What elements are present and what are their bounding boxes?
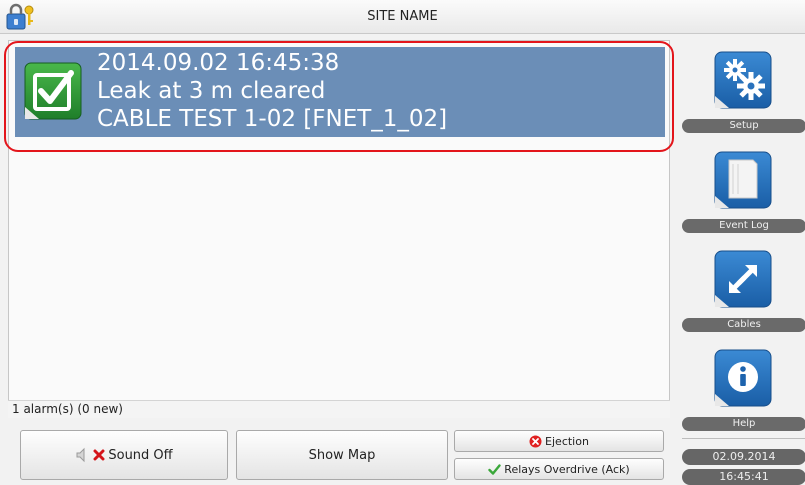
ejection-button[interactable]: Ejection bbox=[454, 430, 664, 452]
relays-overdrive-label: Relays Overdrive (Ack) bbox=[504, 462, 630, 476]
system-time: 16:45:41 bbox=[682, 469, 805, 485]
error-x-icon bbox=[529, 435, 542, 447]
checkmark-icon bbox=[488, 463, 501, 475]
setup-button[interactable]: Setup bbox=[682, 119, 805, 133]
gears-icon[interactable] bbox=[713, 50, 773, 110]
checkbox-checked-icon bbox=[24, 62, 82, 120]
alarm-count-status: 1 alarm(s) (0 new) bbox=[8, 400, 670, 418]
alarm-timestamp: 2014.09.02 16:45:38 bbox=[97, 50, 340, 76]
show-map-button[interactable]: Show Map bbox=[236, 430, 448, 480]
ejection-label: Ejection bbox=[545, 434, 589, 448]
info-icon[interactable] bbox=[713, 348, 773, 408]
swap-arrows-icon[interactable] bbox=[713, 249, 773, 309]
sound-off-button[interactable]: Sound Off bbox=[20, 430, 228, 480]
event-log-button[interactable]: Event Log bbox=[682, 219, 805, 233]
cables-button[interactable]: Cables bbox=[682, 318, 805, 332]
site-name-title: SITE NAME bbox=[367, 9, 438, 24]
relays-overdrive-button[interactable]: Relays Overdrive (Ack) bbox=[454, 458, 664, 480]
alarm-details: 2014.09.02 16:45:38 Leak at 3 m cleared … bbox=[97, 49, 447, 133]
help-button[interactable]: Help bbox=[682, 417, 805, 431]
speaker-icon bbox=[76, 447, 85, 463]
system-date: 02.09.2014 bbox=[682, 449, 805, 465]
alarm-source: CABLE TEST 1-02 [FNET_1_02] bbox=[97, 106, 448, 132]
sound-off-label: Sound Off bbox=[108, 447, 173, 463]
document-icon[interactable] bbox=[713, 150, 773, 210]
title-bar: SITE NAME bbox=[0, 0, 805, 34]
alarm-row[interactable]: 2014.09.02 16:45:38 Leak at 3 m cleared … bbox=[15, 47, 665, 137]
mute-x-icon bbox=[93, 449, 105, 461]
sidebar-divider bbox=[682, 438, 805, 439]
alarm-message: Leak at 3 m cleared bbox=[97, 78, 326, 104]
show-map-label: Show Map bbox=[308, 447, 376, 463]
alarm-list[interactable]: 2014.09.02 16:45:38 Leak at 3 m cleared … bbox=[8, 40, 670, 418]
